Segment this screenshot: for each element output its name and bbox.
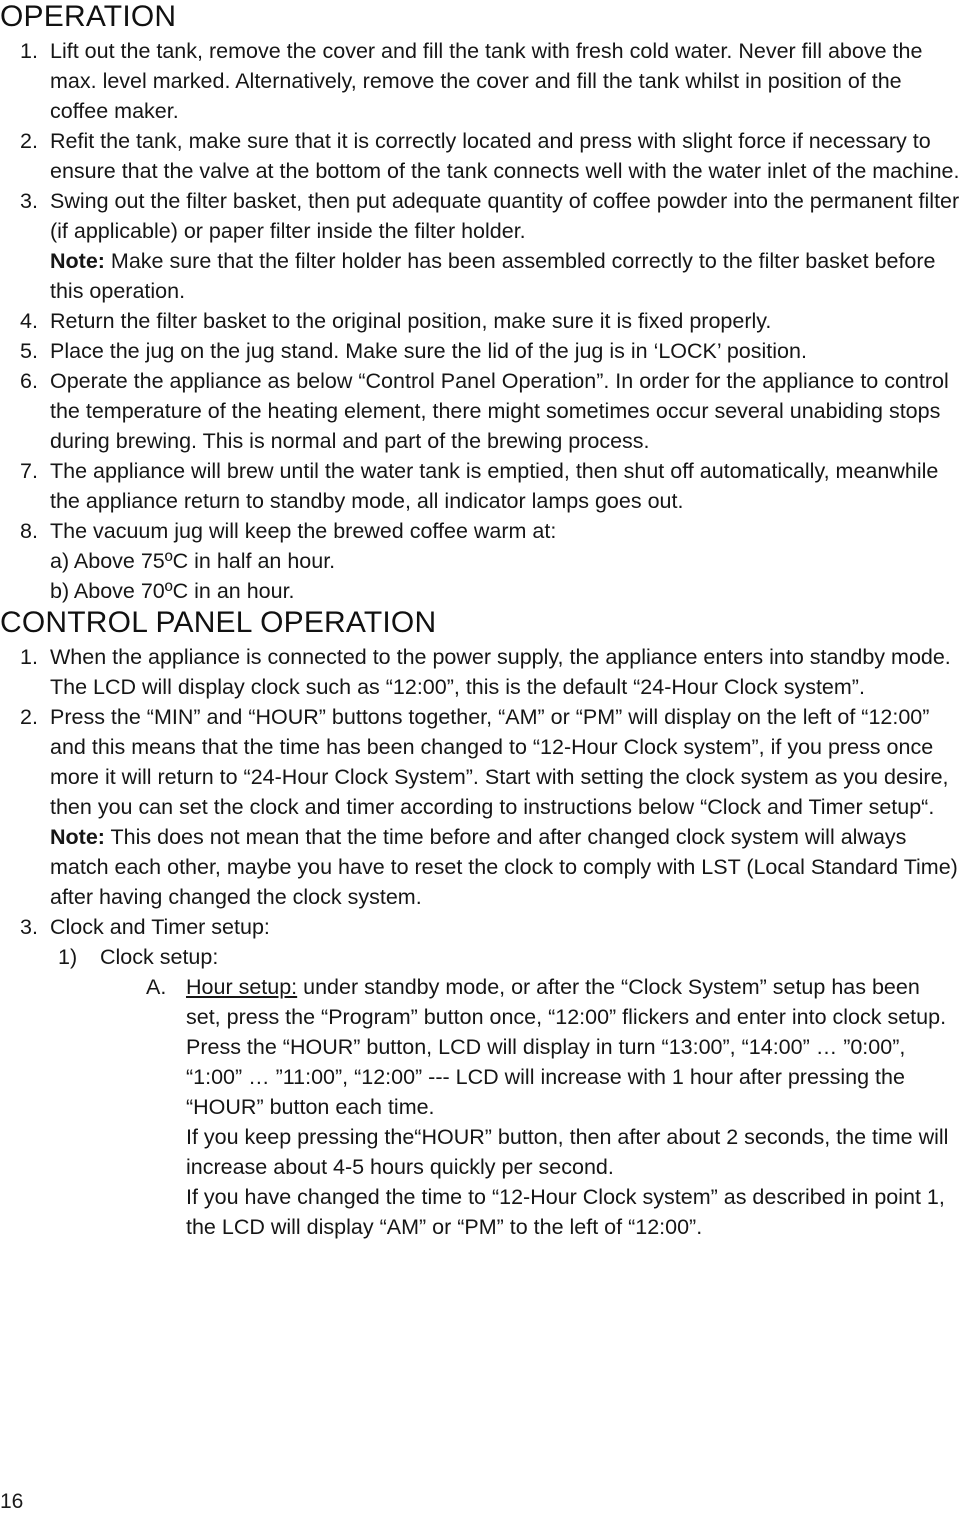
hour-setup-label: Hour setup: xyxy=(186,975,298,999)
list-item: 3. Clock and Timer setup: 1) Clock setup… xyxy=(0,912,960,1242)
hour-setup-paragraph-3: If you have changed the time to “12-Hour… xyxy=(186,1185,945,1239)
list-marker: 2. xyxy=(20,129,38,153)
list-item-note: Note: Make sure that the filter holder h… xyxy=(50,246,960,306)
list-item: 1. When the appliance is connected to th… xyxy=(0,642,960,702)
page-title-operation: OPERATION xyxy=(0,0,177,33)
sub-line-a: a) Above 75ºC in half an hour. xyxy=(50,549,336,573)
list-marker: 3. xyxy=(20,189,38,213)
note-text: Make sure that the filter holder has bee… xyxy=(50,249,936,303)
list-item: 1. Lift out the tank, remove the cover a… xyxy=(0,36,960,126)
note-text: This does not mean that the time before … xyxy=(50,825,958,909)
list-item-text: Return the filter basket to the original… xyxy=(50,309,772,333)
list-item-text: When the appliance is connected to the p… xyxy=(50,645,951,699)
list-item: 5. Place the jug on the jug stand. Make … xyxy=(0,336,960,366)
list-marker: 1. xyxy=(20,39,38,63)
list-item: 1) Clock setup: A. Hour setup: under sta… xyxy=(50,942,960,1242)
list-marker: 7. xyxy=(20,459,38,483)
page-title-control-panel-operation: CONTROL PANEL OPERATION xyxy=(0,606,437,639)
list-item: 2. Refit the tank, make sure that it is … xyxy=(0,126,960,186)
list-item: 6. Operate the appliance as below “Contr… xyxy=(0,366,960,456)
list-item-text: Place the jug on the jug stand. Make sur… xyxy=(50,339,807,363)
list-item: 3. Swing out the filter basket, then put… xyxy=(0,186,960,306)
hour-setup-paragraph: Hour setup: under standby mode, or after… xyxy=(186,975,946,1119)
list-item-text: Press the “MIN” and “HOUR” buttons toget… xyxy=(50,705,949,819)
list-item: 2. Press the “MIN” and “HOUR” buttons to… xyxy=(0,702,960,912)
list-marker: 1. xyxy=(20,645,38,669)
list-item-text: Refit the tank, make sure that it is cor… xyxy=(50,129,960,183)
list-item: 8. The vacuum jug will keep the brewed c… xyxy=(0,516,960,606)
page-number: 16 xyxy=(0,1490,24,1513)
list-item-text: The appliance will brew until the water … xyxy=(50,459,939,513)
clock-timer-substeps-list: 1) Clock setup: A. Hour setup: under sta… xyxy=(50,942,960,1242)
note-label: Note: xyxy=(50,249,105,273)
list-marker: 1) xyxy=(58,945,78,969)
list-item-text: Clock and Timer setup: xyxy=(50,915,270,939)
list-marker: A. xyxy=(146,975,167,999)
list-item-text: The vacuum jug will keep the brewed coff… xyxy=(50,519,557,543)
list-marker: 6. xyxy=(20,369,38,393)
list-item-text: Clock setup: xyxy=(100,945,219,969)
operation-steps-list: 1. Lift out the tank, remove the cover a… xyxy=(0,36,960,606)
hour-setup-paragraph-2: If you keep pressing the“HOUR” button, t… xyxy=(186,1125,949,1179)
hour-setup-body: under standby mode, or after the “Clock … xyxy=(186,975,947,1119)
list-item-text: Swing out the filter basket, then put ad… xyxy=(50,189,960,243)
list-item-note: Note: This does not mean that the time b… xyxy=(50,822,960,912)
note-label: Note: xyxy=(50,825,105,849)
clock-setup-subsubsteps-list: A. Hour setup: under standby mode, or af… xyxy=(100,972,960,1242)
list-marker: 3. xyxy=(20,915,38,939)
list-item: 7. The appliance will brew until the wat… xyxy=(0,456,960,516)
list-marker: 2. xyxy=(20,705,38,729)
list-item: A. Hour setup: under standby mode, or af… xyxy=(140,972,960,1242)
list-item-text: Lift out the tank, remove the cover and … xyxy=(50,39,923,123)
list-item: 4. Return the filter basket to the origi… xyxy=(0,306,960,336)
sub-line-b: b) Above 70ºC in an hour. xyxy=(50,579,295,603)
list-item-text: Operate the appliance as below “Control … xyxy=(50,369,949,453)
manual-page: OPERATION 1. Lift out the tank, remove t… xyxy=(0,0,960,1528)
control-panel-steps-list: 1. When the appliance is connected to th… xyxy=(0,642,960,1242)
list-marker: 5. xyxy=(20,339,38,363)
list-marker: 4. xyxy=(20,309,38,333)
list-marker: 8. xyxy=(20,519,38,543)
